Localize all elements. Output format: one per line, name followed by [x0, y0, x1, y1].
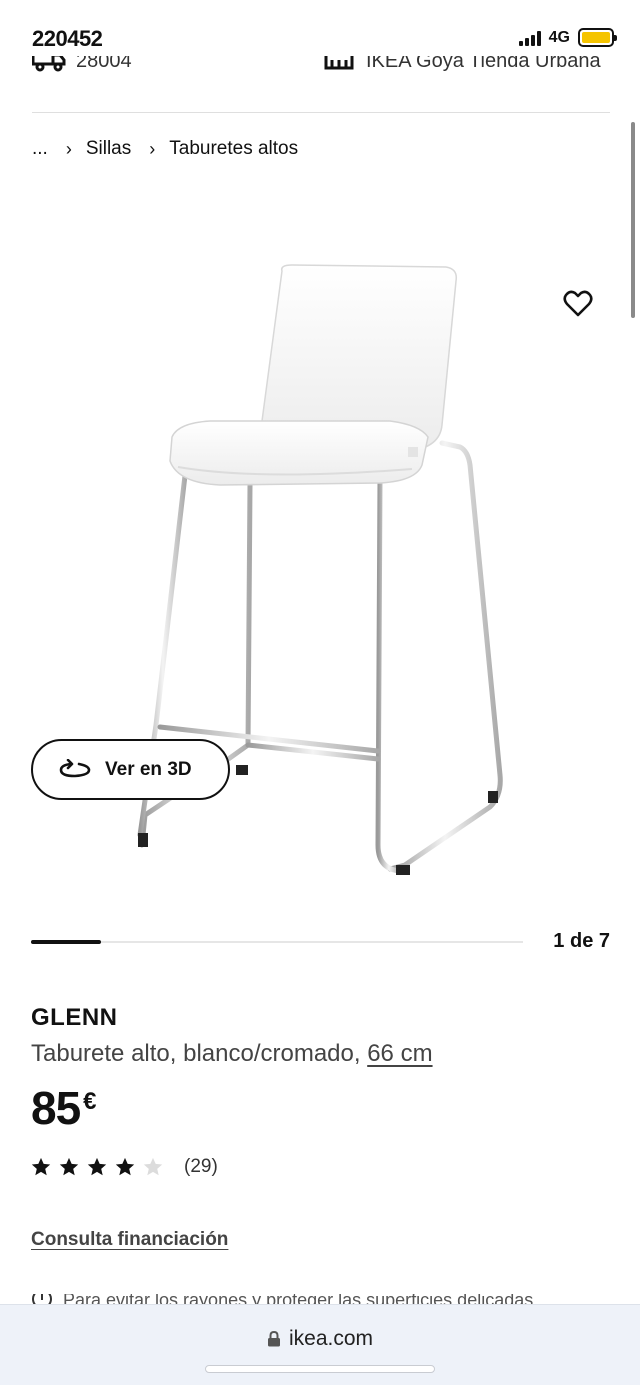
chevron-right-icon: ›: [65, 138, 72, 159]
postcode-text: 28004: [76, 56, 132, 72]
product-rating[interactable]: (29): [30, 1156, 218, 1178]
cellular-signal-icon: [518, 30, 541, 46]
store-name: IKEA Goya Tienda Urbana: [366, 56, 601, 72]
rating-stars: [30, 1156, 164, 1178]
favorite-button[interactable]: [558, 284, 598, 324]
product-name: GLENN: [31, 1004, 118, 1031]
gallery-position: 1 de 7: [553, 930, 610, 952]
rating-count: (29): [184, 1156, 218, 1177]
breadcrumb-ellipsis[interactable]: ...: [32, 138, 48, 160]
gallery-progress-fill: [31, 940, 102, 944]
selected-store[interactable]: IKEA Goya Tienda Urbana: [322, 56, 601, 76]
price-currency: €: [83, 1088, 97, 1115]
product-size-link[interactable]: 66 cm: [367, 1040, 432, 1067]
status-icons: 4G: [518, 28, 617, 47]
battery-level: [582, 32, 610, 43]
financing-link[interactable]: Consulta financiación: [31, 1229, 228, 1251]
status-bar: 220452 4G: [0, 0, 640, 62]
store-icon: [324, 56, 354, 70]
battery-icon: [578, 28, 617, 47]
delivery-postcode[interactable]: 28004: [32, 56, 132, 76]
breadcrumb-item-taburetes-altos[interactable]: Taburetes altos: [169, 138, 298, 160]
lock-icon: [267, 1331, 280, 1347]
home-indicator[interactable]: [205, 1365, 435, 1373]
rotate-3d-icon: [59, 758, 91, 777]
product-price: 85 €: [31, 1082, 97, 1134]
price-amount: 85: [31, 1082, 81, 1134]
heart-icon: [563, 290, 593, 317]
chevron-right-icon: ›: [149, 138, 156, 159]
gallery-progress-track[interactable]: [31, 940, 523, 944]
star-filled-icon: [31, 1157, 51, 1176]
breadcrumb-item-sillas[interactable]: Sillas: [86, 138, 131, 160]
star-filled-icon: [59, 1157, 79, 1176]
star-empty-icon: [143, 1157, 163, 1176]
star-filled-icon: [115, 1157, 135, 1176]
product-description-text: Taburete alto, blanco/cromado,: [31, 1040, 368, 1067]
url-text: ikea.com: [288, 1327, 374, 1350]
product-description: Taburete alto, blanco/cromado, 66 cm: [31, 1040, 433, 1068]
status-time: 220452: [32, 26, 103, 51]
truck-icon: [32, 56, 66, 72]
browser-bottom-bar: ikea.com: [0, 1304, 640, 1385]
network-type: 4G: [548, 28, 570, 46]
page-scrollbar[interactable]: [631, 122, 635, 318]
address-bar[interactable]: ikea.com: [0, 1327, 640, 1351]
view-3d-button[interactable]: Ver en 3D: [31, 739, 230, 800]
star-filled-icon: [87, 1157, 107, 1176]
divider: [32, 112, 610, 113]
view-3d-label: Ver en 3D: [105, 758, 192, 780]
store-delivery-bar: 28004 IKEA Goya Tienda Urbana: [32, 56, 610, 80]
breadcrumb: ... › Sillas › Taburetes altos: [32, 138, 298, 160]
